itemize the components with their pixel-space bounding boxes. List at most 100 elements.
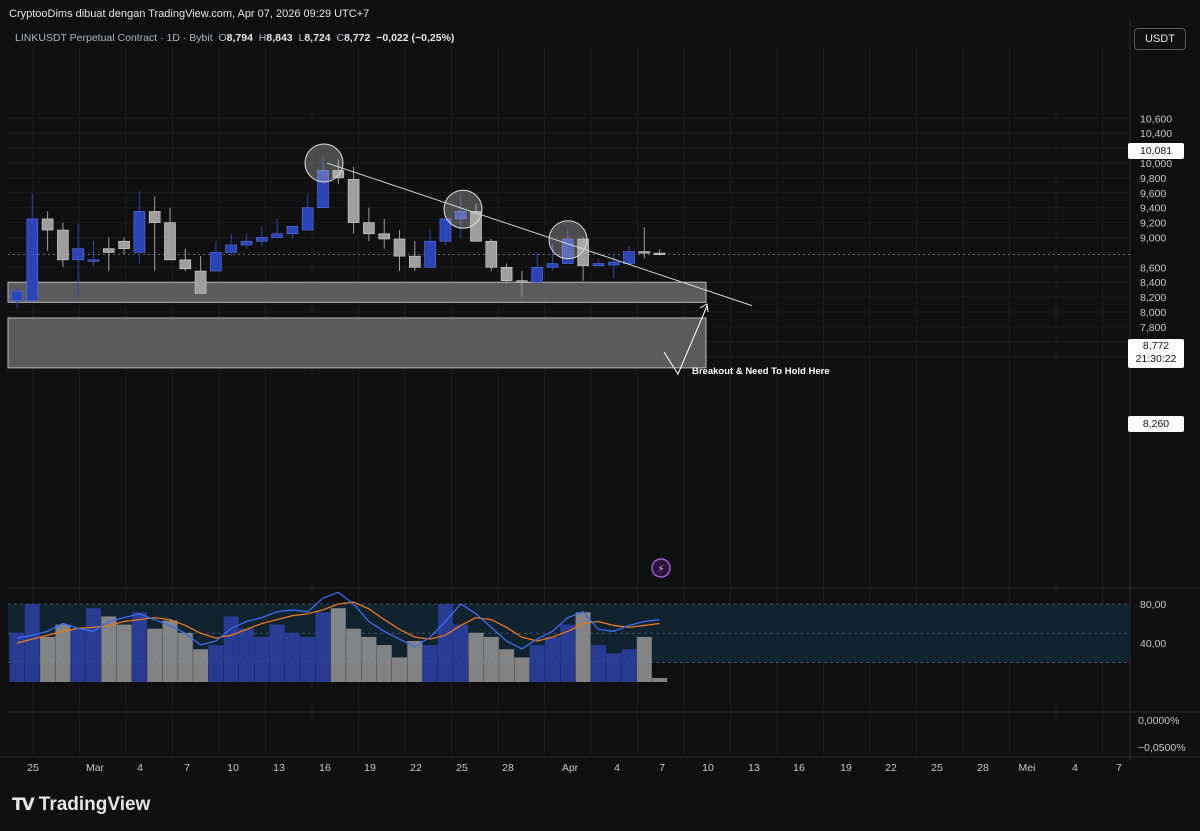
time-tick-label: 25 (931, 762, 943, 774)
price-tag-support: 8,260 (1128, 416, 1184, 432)
time-tick-label: 10 (227, 762, 239, 774)
candle-body (653, 252, 666, 255)
indicator-bar (193, 649, 209, 682)
indicator-bar (254, 636, 270, 682)
candle-body (133, 211, 146, 253)
candle-body (485, 240, 498, 268)
candle-body (57, 229, 69, 261)
highlight-circle (443, 189, 483, 229)
indicator-bar (208, 645, 224, 682)
currency-button[interactable]: USDT (1134, 28, 1186, 50)
candle-body (301, 207, 314, 231)
price-tick-label: 8,000 (1140, 307, 1166, 319)
candle-body (424, 240, 436, 268)
price-tick-label: 10,000 (1140, 158, 1172, 170)
ohlc-high: 8,843 (266, 32, 293, 44)
candle-body (179, 259, 192, 270)
ohlc-change: −0,022 (−0,25%) (376, 32, 455, 44)
highlight-circle (304, 143, 344, 183)
indicator-bar (177, 632, 193, 682)
indicator-bar (483, 636, 499, 682)
time-tick-label: 25 (456, 762, 468, 774)
indicator-bar (499, 649, 515, 682)
tv-logo-icon: 𝗧𝗩 (12, 795, 35, 814)
time-tick-label: 7 (184, 762, 190, 774)
annotation-text: Breakout & Need To Hold Here (692, 366, 830, 377)
indicator-bar (392, 657, 407, 682)
candle-body (11, 290, 23, 302)
price-tick-label: 8,600 (1140, 262, 1166, 274)
support-zone (7, 281, 707, 303)
time-tick-label: 28 (977, 762, 989, 774)
lower-pane-tick-label: 0,0000% (1138, 715, 1179, 727)
indicator-bar (330, 608, 346, 682)
time-tick-label: 4 (1072, 762, 1078, 774)
indicator-bar (422, 645, 438, 682)
price-tag-top: 10,081 (1128, 143, 1184, 159)
indicator-bar (86, 608, 101, 682)
indicator-tick-label: 80,00 (1140, 599, 1166, 611)
candle-body (516, 280, 528, 283)
indicator-bar (131, 612, 147, 682)
candle-body (225, 244, 237, 253)
indicator-bar (70, 628, 86, 682)
time-tick-label: 25 (27, 762, 39, 774)
candle-body (408, 255, 421, 268)
lightning-icon-glyph: ⚡ (657, 564, 664, 575)
ohlc-open: 8,794 (226, 32, 253, 44)
indicator-bar (162, 620, 178, 682)
candle-body (546, 263, 559, 268)
candle-body (363, 222, 375, 235)
indicator-bar (361, 636, 377, 682)
chart-canvas[interactable]: Breakout & Need To Hold Here ⚡ 10,600 10,4… (0, 0, 1200, 831)
candle-body (164, 222, 176, 261)
price-tag-last: 8,772 21:30:22 (1128, 339, 1184, 368)
candle-body (103, 248, 115, 253)
indicator-bar (636, 636, 652, 682)
time-tick-label: 10 (702, 762, 714, 774)
price-tag-last-value: 8,772 (1142, 340, 1170, 352)
candle-body (607, 261, 620, 266)
candle-body (255, 237, 268, 242)
indicator-bar (40, 636, 56, 682)
price-tick-label: 9,200 (1140, 218, 1166, 230)
indicator-bar (346, 628, 362, 682)
time-tick-label: 22 (410, 762, 422, 774)
price-tick-label: 8,400 (1140, 277, 1166, 289)
price-tick-label: 9,000 (1140, 233, 1166, 245)
tradingview-logo[interactable]: 𝗧𝗩 TradingView (12, 794, 150, 816)
time-tick-label: 22 (885, 762, 897, 774)
attribution-text: CryptooDims dibuat dengan TradingView.co… (9, 8, 370, 20)
candle-body (378, 233, 391, 240)
price-tick-label: 7,800 (1140, 322, 1166, 334)
indicator-bar (453, 624, 469, 682)
candle-body (393, 238, 406, 257)
price-tick-label: 9,600 (1140, 188, 1166, 200)
candle-body (500, 266, 513, 282)
indicator-bar (24, 604, 40, 682)
time-tick-label: 4 (614, 762, 620, 774)
time-tick-label: Mei (1019, 762, 1036, 774)
chart-background (0, 0, 1200, 831)
price-tick-label: 10,400 (1140, 128, 1172, 140)
time-tick-label: 19 (364, 762, 376, 774)
candle-body (592, 263, 605, 267)
indicator-bar (514, 657, 530, 682)
candle-body (87, 259, 100, 262)
support-zones (7, 281, 707, 369)
indicator-tick-label: 40,00 (1140, 638, 1166, 650)
symbol-line: LINKUSDT Perpetual Contract · 1D · Bybit (15, 32, 213, 44)
price-tick-label: 8,200 (1140, 292, 1166, 304)
indicator-bar (529, 645, 545, 682)
ohlc-close: 8,772 (344, 32, 371, 44)
time-tick-label: Apr (562, 762, 579, 774)
lower-pane-tick-label: −0,0500% (1138, 742, 1186, 754)
candle-body (347, 179, 360, 223)
candle-body (531, 266, 544, 283)
indicator-bar (468, 632, 484, 682)
indicator-bar (147, 628, 163, 682)
support-zone (7, 317, 707, 369)
indicator-bar (315, 612, 331, 682)
candle-body (271, 233, 283, 238)
time-tick-label: 4 (137, 762, 143, 774)
